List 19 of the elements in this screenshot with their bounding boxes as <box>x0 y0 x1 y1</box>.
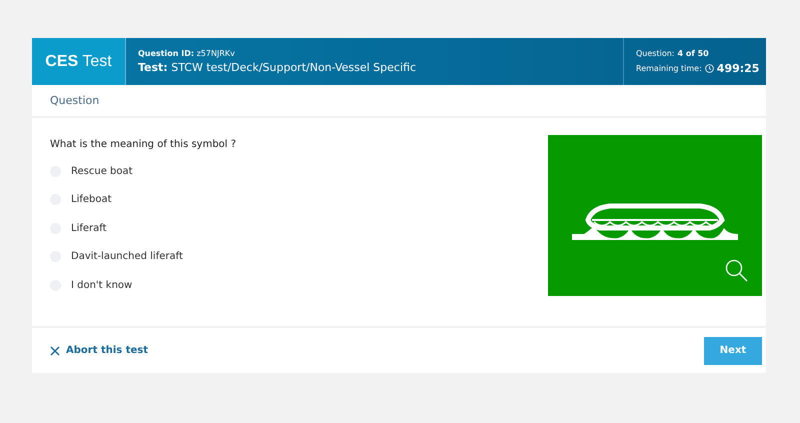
question-counter-label: Question: <box>636 48 674 58</box>
abort-test-link[interactable]: Abort this test <box>50 345 148 356</box>
question-text: What is the meaning of this symbol ? <box>50 139 236 150</box>
option-label[interactable]: Liferaft <box>71 222 107 234</box>
close-icon <box>50 346 60 356</box>
question-counter-value: 4 of 50 <box>677 48 709 58</box>
option-label[interactable]: Rescue boat <box>71 166 133 177</box>
app-logo: CES Test <box>45 52 112 70</box>
search-icon[interactable] <box>724 258 748 282</box>
lifeboat-symbol-image[interactable] <box>548 135 762 296</box>
clock-icon <box>704 64 714 72</box>
question-tab[interactable]: Question <box>50 94 100 107</box>
option-label[interactable]: Lifeboat <box>71 194 112 206</box>
option-label[interactable]: Davit-launched liferaft <box>71 251 183 262</box>
question-id: Question ID: z57NJRKv <box>138 49 236 58</box>
remaining-time-value: 499:25 <box>716 62 760 74</box>
remaining-time-label: Remaining time: <box>636 64 702 72</box>
option-label[interactable]: I don't know <box>71 280 132 291</box>
test-path: Test: STCW test/Deck/Support/Non-Vessel Specific <box>138 61 417 74</box>
